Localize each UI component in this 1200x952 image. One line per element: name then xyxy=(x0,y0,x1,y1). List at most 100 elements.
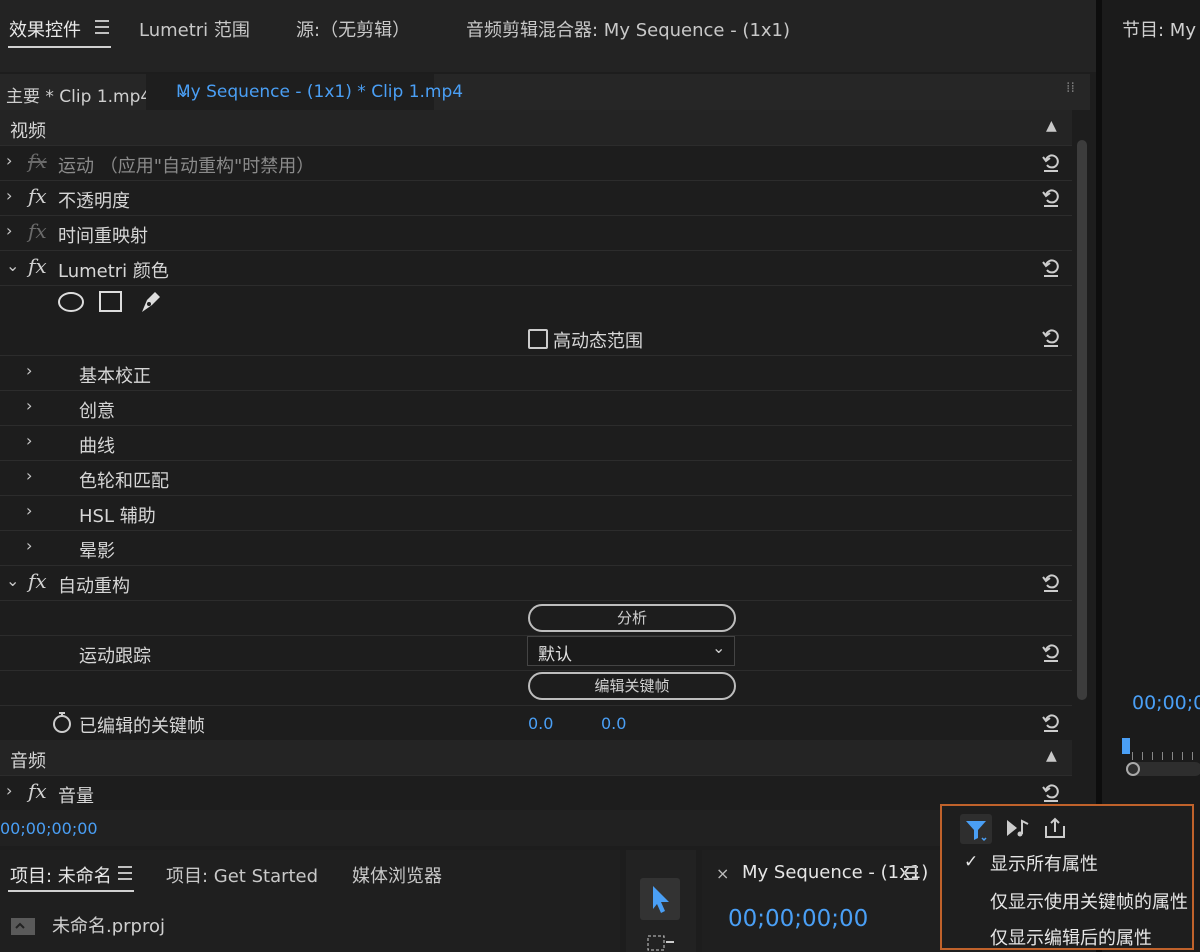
active-tab-underline xyxy=(8,890,134,892)
expand-arrow-icon[interactable]: › xyxy=(26,396,32,415)
project-panel: 项目: 未命名 项目: Get Started 媒体浏览器 未命名.prproj xyxy=(0,850,620,952)
filter-button[interactable] xyxy=(960,814,992,844)
lumetri-sub-hsl[interactable]: › HSL 辅助 xyxy=(0,495,1072,531)
panel-menu-icon[interactable] xyxy=(95,20,109,34)
expand-arrow-icon[interactable]: › xyxy=(26,466,32,485)
expand-arrow-icon[interactable]: › xyxy=(26,361,32,380)
hdr-checkbox[interactable] xyxy=(528,329,548,349)
track-select-icon[interactable] xyxy=(646,934,676,952)
selection-arrow-icon xyxy=(653,886,669,913)
collapse-up-icon[interactable]: ▲ xyxy=(1046,118,1057,134)
effect-row-auto-reframe[interactable]: ⌄ fx 自动重构 xyxy=(0,565,1072,601)
tab-project-untitled[interactable]: 项目: 未命名 xyxy=(10,862,112,888)
sequence-clip-selector[interactable]: ⌄ My Sequence - (1x1) * Clip 1.mp4 xyxy=(146,74,463,110)
tab-sequence[interactable]: My Sequence - (1x1) xyxy=(742,862,928,883)
sequence-timecode[interactable]: 00;00;00;00 xyxy=(728,906,868,932)
export-frame-icon[interactable] xyxy=(1042,816,1068,840)
tab-source[interactable]: 源:（无剪辑） xyxy=(296,16,410,42)
project-file-name[interactable]: 未命名.prproj xyxy=(52,912,165,938)
collapse-up-icon[interactable]: ▲ xyxy=(1046,748,1057,764)
expand-arrow-icon[interactable]: › xyxy=(26,431,32,450)
hdr-label: 高动态范围 xyxy=(553,331,643,352)
tab-media-browser[interactable]: 媒体浏览器 xyxy=(352,862,442,888)
fx-toggle-icon[interactable]: fx xyxy=(28,779,47,803)
edit-keyframes-button[interactable]: 编辑关键帧 xyxy=(528,672,736,700)
program-monitor-title[interactable]: 节目: My S xyxy=(1122,16,1200,42)
edited-keyframes-label: 已编辑的关键帧 xyxy=(79,716,205,737)
audio-section-header[interactable]: 音频 ▲ xyxy=(0,740,1072,776)
expand-arrow-icon[interactable]: › xyxy=(6,186,12,205)
selection-tool[interactable] xyxy=(640,878,680,920)
reset-icon[interactable] xyxy=(1040,711,1062,733)
pen-mask-icon[interactable] xyxy=(138,288,164,316)
expand-arrow-icon[interactable]: › xyxy=(6,151,12,170)
tab-effect-controls[interactable]: 效果控件 xyxy=(9,16,81,42)
rectangle-mask-icon[interactable] xyxy=(98,290,124,314)
footer-timecode[interactable]: 00;00;00;00 xyxy=(0,819,98,838)
fx-toggle-icon[interactable]: fx xyxy=(28,254,47,278)
sub-label: HSL 辅助 xyxy=(79,506,156,527)
fx-toggle-icon[interactable]: fx xyxy=(28,569,47,593)
keyframe-value-1[interactable]: 0.0 xyxy=(528,714,553,733)
effect-row-opacity[interactable]: › fx 不透明度 xyxy=(0,180,1072,216)
zoom-handle[interactable] xyxy=(1126,762,1140,776)
scrollbar-thumb[interactable] xyxy=(1077,140,1087,700)
master-clip-label[interactable]: 主要 * Clip 1.mp4 xyxy=(6,82,151,107)
reset-icon[interactable] xyxy=(1040,256,1062,278)
stopwatch-icon[interactable] xyxy=(52,712,72,734)
video-section-header[interactable]: 视频 ▲ xyxy=(0,110,1072,146)
clip-selector-bar: 主要 * Clip 1.mp4 ⌄ My Sequence - (1x1) * … xyxy=(0,74,1090,110)
menu-item-keyframed-only[interactable]: 仅显示使用关键帧的属性 xyxy=(990,888,1188,914)
reset-icon[interactable] xyxy=(1040,151,1062,173)
edit-keyframes-row: 编辑关键帧 xyxy=(0,670,1072,706)
chevron-down-icon: ⌄ xyxy=(712,638,726,657)
tab-audio-clip-mixer[interactable]: 音频剪辑混合器: My Sequence - (1x1) xyxy=(466,16,790,42)
ellipse-mask-icon[interactable] xyxy=(58,291,86,313)
reset-icon[interactable] xyxy=(1040,571,1062,593)
effect-row-lumetri[interactable]: ⌄ fx Lumetri 颜色 xyxy=(0,250,1072,286)
effects-scrollbar[interactable] xyxy=(1074,110,1090,810)
analyze-button[interactable]: 分析 xyxy=(528,604,736,632)
fx-toggle-icon[interactable]: fx xyxy=(28,184,47,208)
lumetri-sub-color-wheels[interactable]: › 色轮和匹配 xyxy=(0,460,1072,496)
effect-row-motion[interactable]: › fx 运动 （应用"自动重构"时禁用） xyxy=(0,145,1072,181)
effect-label-opacity: 不透明度 xyxy=(58,191,130,212)
effect-row-volume[interactable]: › fx 音量 xyxy=(0,775,1072,811)
effect-row-time-remap[interactable]: › fx 时间重映射 xyxy=(0,215,1072,251)
audio-section-label: 音频 xyxy=(10,751,46,772)
drag-grip-icon[interactable]: ⁞⁞ xyxy=(1066,80,1075,96)
program-timecode[interactable]: 00;00;0 xyxy=(1132,692,1200,714)
collapse-arrow-icon[interactable]: ⌄ xyxy=(6,256,19,275)
panel-menu-icon[interactable] xyxy=(118,866,132,880)
menu-item-show-all[interactable]: 显示所有属性 xyxy=(990,850,1098,876)
sub-label: 晕影 xyxy=(79,541,115,562)
menu-item-edited-only[interactable]: 仅显示编辑后的属性 xyxy=(990,924,1152,950)
folder-up-icon[interactable] xyxy=(10,914,36,936)
lumetri-sub-basic[interactable]: › 基本校正 xyxy=(0,355,1072,391)
expand-arrow-icon[interactable]: › xyxy=(6,781,12,800)
expand-arrow-icon[interactable]: › xyxy=(6,221,12,240)
loop-audio-icon[interactable] xyxy=(1004,816,1032,840)
lumetri-sub-curves[interactable]: › 曲线 xyxy=(0,425,1072,461)
collapse-arrow-icon[interactable]: ⌄ xyxy=(6,571,19,590)
reset-icon[interactable] xyxy=(1040,186,1062,208)
panel-menu-icon[interactable] xyxy=(904,866,918,880)
expand-arrow-icon[interactable]: › xyxy=(26,536,32,555)
playhead-marker[interactable] xyxy=(1122,738,1130,754)
fx-disabled-icon[interactable]: fx xyxy=(28,149,47,173)
mask-tools-row xyxy=(0,285,1072,320)
motion-tracking-row: 运动跟踪 默认 ⌄ xyxy=(0,635,1072,671)
expand-arrow-icon[interactable]: › xyxy=(26,501,32,520)
reset-icon[interactable] xyxy=(1040,326,1062,348)
close-icon[interactable]: × xyxy=(716,864,729,883)
effect-label-auto-reframe: 自动重构 xyxy=(58,576,130,597)
lumetri-sub-vignette[interactable]: › 晕影 xyxy=(0,530,1072,566)
filter-icon xyxy=(966,821,987,842)
reset-icon[interactable] xyxy=(1040,781,1062,803)
keyframe-value-2[interactable]: 0.0 xyxy=(601,714,626,733)
motion-tracking-select[interactable]: 默认 ⌄ xyxy=(527,636,735,666)
lumetri-sub-creative[interactable]: › 创意 xyxy=(0,390,1072,426)
reset-icon[interactable] xyxy=(1040,641,1062,663)
tab-project-get-started[interactable]: 项目: Get Started xyxy=(166,862,318,888)
tab-lumetri-scopes[interactable]: Lumetri 范围 xyxy=(139,16,250,42)
